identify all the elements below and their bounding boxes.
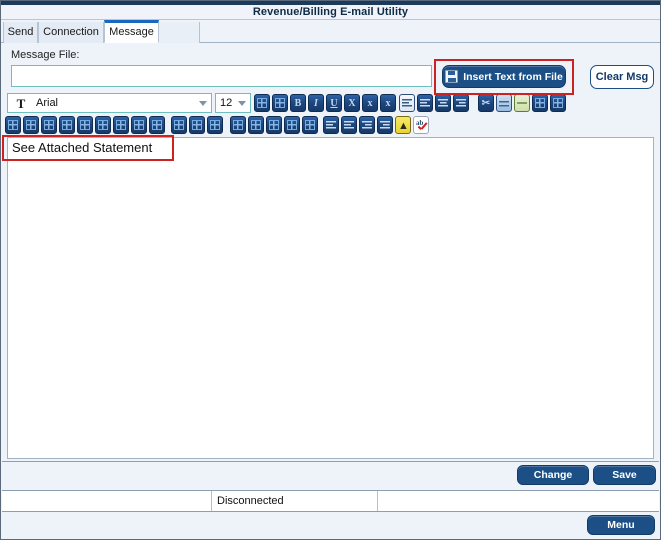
tab-send[interactable]: Send	[3, 22, 38, 43]
status-bar: Disconnected	[2, 490, 659, 512]
strikethrough-icon[interactable]: X	[344, 94, 360, 112]
insert-column-left-icon[interactable]	[77, 116, 93, 134]
tab-strip-filler	[159, 22, 200, 43]
font-color-icon[interactable]	[254, 94, 270, 112]
spell-check-icon[interactable]: ab	[413, 116, 429, 134]
status-cell-right	[377, 491, 659, 511]
align-center-icon[interactable]	[435, 94, 451, 112]
cell-margin-icon[interactable]	[284, 116, 300, 134]
save-disk-icon	[445, 70, 459, 83]
clear-msg-button[interactable]: Clear Msg	[590, 65, 654, 89]
indent-decrease-icon[interactable]	[377, 116, 393, 134]
table-properties-icon[interactable]	[23, 116, 39, 134]
menu-bar	[2, 512, 659, 539]
row-height-icon[interactable]	[230, 116, 246, 134]
insert-image-icon[interactable]: ▲	[395, 116, 411, 134]
menu-button[interactable]: Menu	[587, 515, 655, 535]
tab-connection[interactable]: Connection	[38, 22, 104, 43]
insert-row-below-icon[interactable]	[59, 116, 75, 134]
page-title: Revenue/Billing E-mail Utility	[252, 6, 409, 18]
bold-icon[interactable]: B	[290, 94, 306, 112]
save-label: Save	[612, 469, 637, 481]
title-bar: Revenue/Billing E-mail Utility	[1, 1, 660, 20]
chevron-down-icon	[199, 101, 207, 106]
indent-increase-icon[interactable]	[359, 116, 375, 134]
message-body-text: See Attached Statement	[12, 140, 153, 155]
save-button[interactable]: Save	[593, 465, 656, 485]
subscript-icon[interactable]: x	[362, 94, 378, 112]
cell-shading-icon[interactable]	[207, 116, 223, 134]
merge-cells-icon[interactable]	[113, 116, 129, 134]
highlight-color-icon[interactable]	[272, 94, 288, 112]
change-label: Change	[533, 469, 573, 481]
menu-label: Menu	[607, 519, 635, 531]
split-cells-icon[interactable]	[131, 116, 147, 134]
italic-icon[interactable]: I	[308, 94, 324, 112]
superscript-icon[interactable]: x	[380, 94, 396, 112]
table-align-icon[interactable]	[266, 116, 282, 134]
font-family-select[interactable]: T Arial	[7, 93, 212, 113]
grid-lines-icon[interactable]	[189, 116, 205, 134]
format-toolbar-row-2: ▲ ab	[1, 116, 660, 138]
insert-table-icon[interactable]	[5, 116, 21, 134]
delete-table-icon[interactable]	[149, 116, 165, 134]
font-icon: T	[16, 96, 26, 111]
message-file-label: Message File:	[11, 49, 80, 61]
chevron-down-icon	[238, 101, 246, 106]
paste-icon[interactable]	[514, 94, 530, 112]
insert-text-from-file-button[interactable]: Insert Text from File	[442, 65, 566, 88]
align-justify-icon[interactable]	[399, 94, 415, 112]
font-size-select[interactable]: 12	[215, 93, 251, 113]
message-body-editor[interactable]: See Attached Statement	[7, 137, 654, 459]
change-button[interactable]: Change	[517, 465, 589, 485]
status-cell-left	[2, 491, 211, 511]
align-right-icon[interactable]	[453, 94, 469, 112]
undo-icon[interactable]	[532, 94, 548, 112]
underline-icon[interactable]: U	[326, 94, 342, 112]
cut-icon[interactable]: ✂	[478, 94, 494, 112]
insert-row-above-icon[interactable]	[41, 116, 57, 134]
insert-column-right-icon[interactable]	[95, 116, 111, 134]
copy-icon[interactable]	[496, 94, 512, 112]
cell-border-icon[interactable]	[171, 116, 187, 134]
tab-strip: Send Connection Message	[1, 20, 660, 43]
redo-icon[interactable]	[550, 94, 566, 112]
format-toolbar-row-1: T Arial 12 B I U X x x ✂	[1, 93, 660, 115]
font-size-value: 12	[220, 97, 233, 109]
message-file-input[interactable]	[11, 65, 432, 87]
align-left-icon[interactable]	[417, 94, 433, 112]
column-width-icon[interactable]	[248, 116, 264, 134]
table-style-icon[interactable]	[302, 116, 318, 134]
clear-msg-label: Clear Msg	[595, 71, 649, 83]
numbered-list-icon[interactable]	[341, 116, 357, 134]
application-window: Revenue/Billing E-mail Utility Send Conn…	[0, 0, 661, 540]
status-cell-connection: Disconnected	[211, 491, 377, 511]
bullet-list-icon[interactable]	[323, 116, 339, 134]
font-family-value: Arial	[36, 97, 59, 109]
insert-text-from-file-label: Insert Text from File	[463, 70, 563, 83]
tab-message[interactable]: Message	[104, 20, 159, 43]
